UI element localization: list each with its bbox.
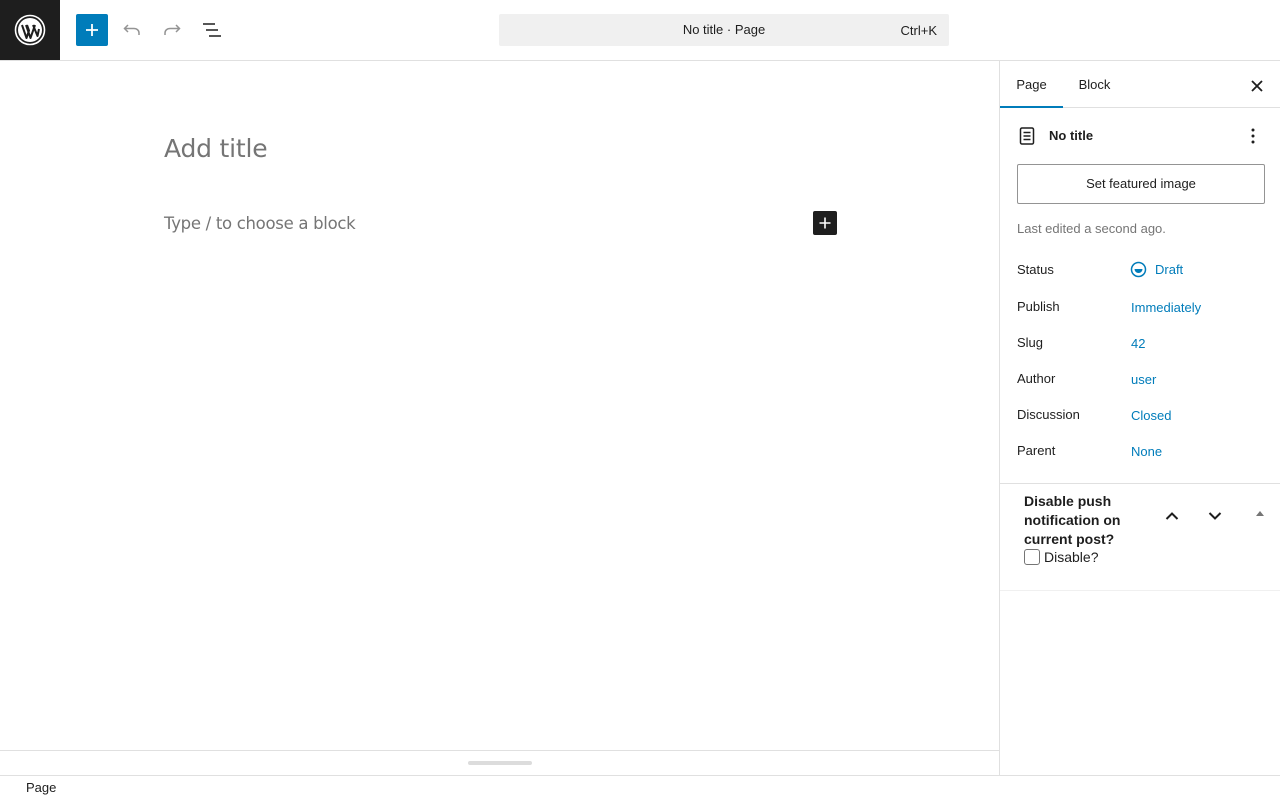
slug-value-button[interactable]: 42 (1131, 336, 1145, 351)
settings-sidebar: Page Block No title Set featured image L… (999, 61, 1280, 775)
triangle-up-icon (1256, 511, 1264, 516)
chevron-up-icon (1165, 512, 1179, 520)
document-overview-button[interactable] (196, 14, 228, 46)
close-icon (1251, 80, 1263, 92)
plus-icon (819, 217, 831, 229)
undo-button[interactable] (116, 14, 148, 46)
tab-block[interactable]: Block (1063, 61, 1126, 108)
editor-canvas: Add title Type / to choose a block (0, 61, 999, 750)
undo-icon (123, 24, 140, 35)
block-breadcrumb[interactable]: Page (26, 780, 56, 795)
more-vertical-icon (1251, 128, 1255, 144)
draft-status-icon (1130, 261, 1147, 278)
parent-value-button[interactable]: None (1131, 444, 1162, 459)
move-panel-down-button[interactable] (1203, 504, 1227, 528)
publish-label: Publish (1017, 299, 1060, 314)
command-palette-button[interactable]: No title · Page Ctrl+K (499, 14, 949, 46)
author-label: Author (1017, 371, 1056, 386)
disable-checkbox-label[interactable]: Disable? (1044, 549, 1098, 565)
redo-icon (164, 24, 181, 35)
parent-label: Parent (1017, 443, 1056, 458)
move-panel-up-button[interactable] (1160, 504, 1184, 528)
add-block-button[interactable] (76, 14, 108, 46)
list-view-icon (203, 23, 221, 37)
status-button[interactable]: Draft (1130, 261, 1183, 278)
editor-resize-area (0, 750, 999, 775)
publish-value-button[interactable]: Immediately (1131, 300, 1201, 315)
push-notification-panel: Disable push notification on current pos… (1000, 483, 1280, 591)
last-edited-text: Last edited a second ago. (1017, 221, 1166, 236)
inline-add-block-button[interactable] (813, 211, 837, 235)
wordpress-logo-icon (14, 14, 46, 46)
document-title: No title · Page (682, 22, 766, 37)
resize-handle[interactable] (468, 761, 532, 765)
post-summary-title: No title (1049, 128, 1094, 143)
author-value-button[interactable]: user (1131, 372, 1156, 387)
wordpress-logo-button[interactable] (0, 0, 60, 60)
slug-label: Slug (1017, 335, 1044, 350)
keyboard-shortcut-hint: Ctrl+K (900, 23, 937, 38)
close-sidebar-button[interactable] (1245, 74, 1269, 98)
set-featured-image-button[interactable]: Set featured image (1017, 164, 1265, 204)
sidebar-tabs: Page Block (1000, 61, 1280, 108)
discussion-value-button[interactable]: Closed (1131, 408, 1171, 423)
status-value: Draft (1155, 262, 1184, 277)
post-actions-menu-button[interactable] (1241, 124, 1265, 148)
status-label: Status (1017, 262, 1054, 277)
chevron-down-icon (1208, 512, 1222, 520)
redo-button[interactable] (156, 14, 188, 46)
toggle-panel-button[interactable] (1253, 506, 1267, 520)
post-title-input[interactable]: Add title (164, 134, 268, 163)
disable-checkbox[interactable] (1024, 549, 1040, 565)
plus-icon (86, 24, 98, 36)
page-document-icon (1019, 127, 1035, 145)
editor-header: No title · Page Ctrl+K (0, 0, 1280, 61)
discussion-label: Discussion (1017, 407, 1080, 422)
panel-title: Disable push notification on current pos… (1024, 493, 1121, 547)
editor-footer: Page (0, 775, 1280, 800)
tab-page[interactable]: Page (1000, 61, 1063, 108)
paragraph-block-placeholder[interactable]: Type / to choose a block (164, 214, 356, 233)
disable-checkbox-row: Disable? (1024, 549, 1098, 565)
